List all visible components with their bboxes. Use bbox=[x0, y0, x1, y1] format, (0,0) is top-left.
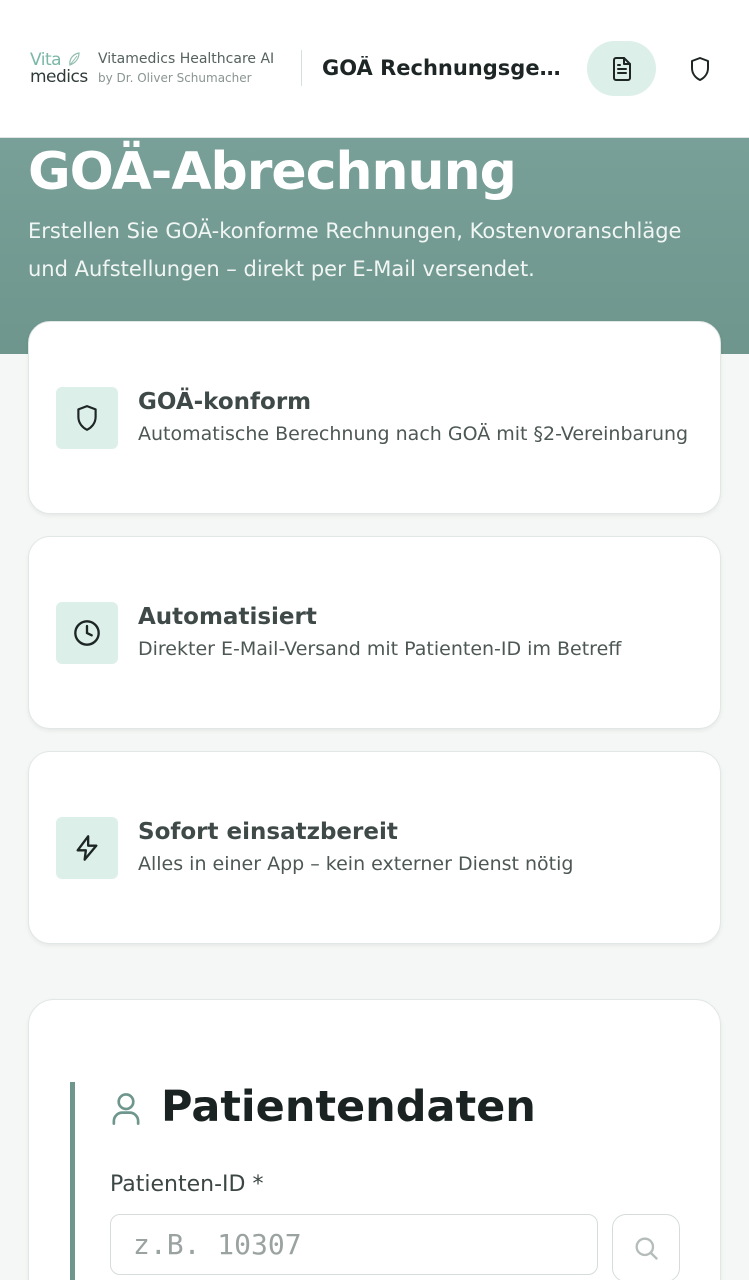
section-accent-bar bbox=[70, 1082, 75, 1280]
feature-card-sofort-einsatzbereit: Sofort einsatzbereit Alles in einer App … bbox=[28, 751, 721, 944]
leaf-icon bbox=[69, 52, 80, 66]
security-nav-button[interactable] bbox=[672, 41, 727, 96]
patient-search-button[interactable] bbox=[612, 1214, 680, 1280]
feature-description: Alles in einer App – kein externer Diens… bbox=[138, 853, 574, 875]
feature-card-goae-konform: GOÄ-konform Automatische Berechnung nach… bbox=[28, 321, 721, 514]
feature-icon-box bbox=[56, 817, 118, 879]
lightning-icon bbox=[76, 835, 98, 861]
feature-icon-box bbox=[56, 602, 118, 664]
brand-subtitle: by Dr. Oliver Schumacher bbox=[98, 71, 252, 85]
person-icon bbox=[112, 1093, 140, 1125]
header-divider bbox=[301, 50, 302, 86]
section-title: Patientendaten bbox=[161, 1082, 536, 1132]
logo-text-bottom: medics bbox=[30, 67, 88, 87]
hero-description: Erstellen Sie GOÄ-konforme Rechnungen, K… bbox=[28, 219, 682, 281]
feature-card-automatisiert: Automatisiert Direkter E-Mail-Versand mi… bbox=[28, 536, 721, 729]
search-icon bbox=[635, 1237, 658, 1260]
hero-title: GOÄ-Abrechnung bbox=[28, 142, 517, 202]
patient-id-label: Patienten-ID * bbox=[110, 1172, 264, 1197]
feature-icon-box bbox=[56, 387, 118, 449]
patient-id-input[interactable] bbox=[110, 1214, 598, 1275]
clock-icon bbox=[74, 620, 100, 646]
brand-name: Vitamedics Healthcare AI bbox=[98, 51, 275, 67]
invoice-nav-button[interactable] bbox=[587, 41, 656, 96]
shield-icon bbox=[77, 405, 97, 431]
app-header: Vita medics Vitamedics Healthcare AI by … bbox=[0, 0, 749, 138]
vitamedics-logo[interactable]: Vita medics bbox=[30, 50, 90, 90]
feature-description: Direkter E-Mail-Versand mit Patienten-ID… bbox=[138, 638, 622, 660]
shield-icon bbox=[690, 56, 709, 81]
document-icon bbox=[612, 56, 631, 81]
feature-description: Automatische Berechnung nach GOÄ mit §2-… bbox=[138, 423, 689, 445]
feature-title: Sofort einsatzbereit bbox=[138, 819, 398, 845]
page-title: GOÄ Rechnungsgenerator bbox=[322, 56, 567, 80]
patient-data-card: Patientendaten Patienten-ID * bbox=[28, 999, 721, 1280]
feature-title: Automatisiert bbox=[138, 604, 317, 630]
feature-title: GOÄ-konform bbox=[138, 389, 312, 415]
